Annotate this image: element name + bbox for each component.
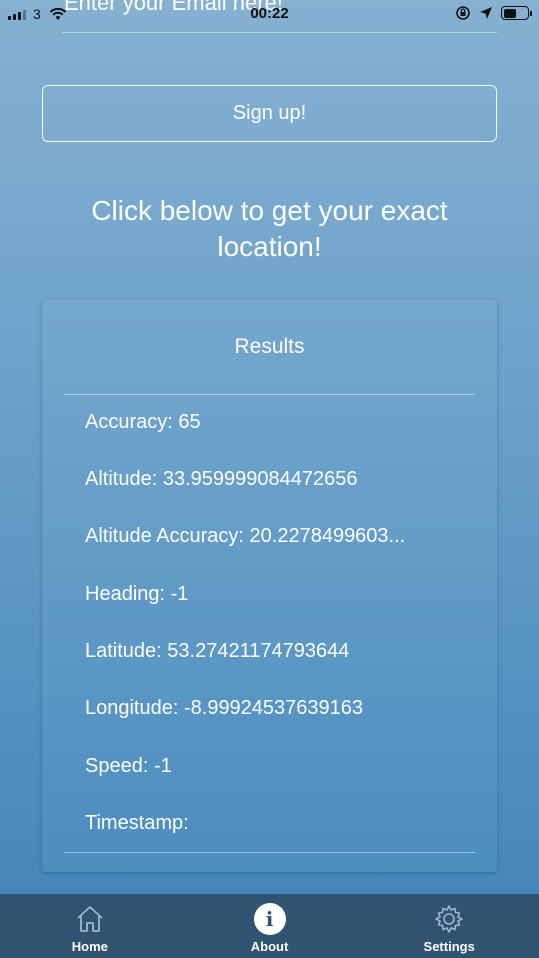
info-icon: i — [253, 903, 286, 935]
location-arrow-icon — [480, 7, 492, 19]
tab-about-label: About — [250, 939, 289, 954]
result-altitude-accuracy: Altitude Accuracy: 20.2278499603... — [85, 525, 406, 547]
sign-up-button[interactable]: Sign up! — [42, 85, 497, 142]
result-timestamp: Timestamp: — [85, 812, 189, 834]
results-card[interactable]: Results Accuracy: 65 Altitude: 33.959999… — [42, 300, 497, 872]
result-latitude: Latitude: 53.27421174793644 — [85, 640, 350, 662]
tab-about[interactable]: i About — [180, 894, 360, 958]
status-bar: 3 00:22 — [0, 0, 539, 28]
results-footer-divider — [64, 852, 475, 853]
tab-settings[interactable]: Settings — [359, 894, 539, 958]
email-input-underline — [62, 32, 497, 33]
result-accuracy: Accuracy: 65 — [85, 411, 201, 433]
orientation-lock-icon — [456, 6, 470, 20]
home-icon — [74, 903, 106, 935]
tab-home-label: Home — [71, 939, 108, 954]
tab-settings-label: Settings — [423, 939, 475, 954]
result-longitude: Longitude: -8.99924537639163 — [85, 697, 364, 719]
result-altitude: Altitude: 33.959999084472656 — [85, 468, 358, 490]
tab-bar: Home i About Settings — [0, 894, 539, 958]
result-speed: Speed: -1 — [85, 755, 172, 777]
tab-home[interactable]: Home — [0, 894, 180, 958]
result-heading: Heading: -1 — [85, 583, 189, 605]
battery-icon — [501, 6, 532, 20]
gear-icon — [433, 903, 465, 935]
location-prompt-title: Click below to get your exact location! — [91, 195, 448, 262]
status-right — [455, 5, 532, 21]
results-header: Results — [234, 335, 305, 358]
results-header-divider — [64, 394, 475, 395]
